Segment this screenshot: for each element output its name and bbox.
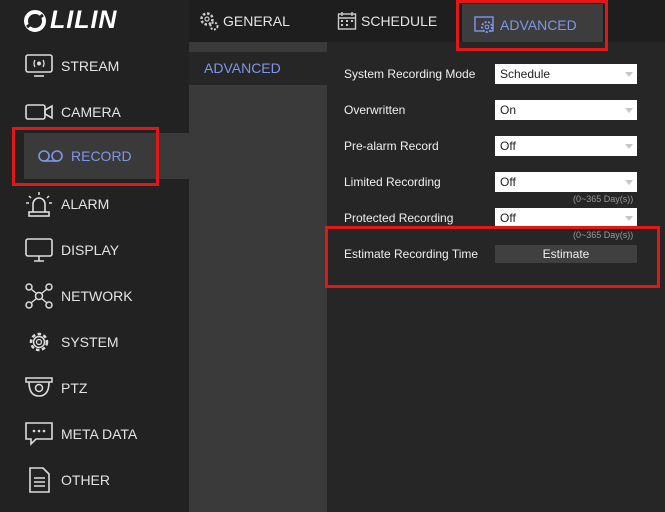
system-recording-mode-select[interactable]: Schedule — [495, 64, 637, 84]
subnav-item-advanced[interactable]: ADVANCED — [189, 52, 327, 85]
sidebar-item-ptz[interactable]: PTZ — [0, 365, 189, 411]
sidebar-item-alarm[interactable]: ALARM — [0, 181, 189, 227]
sidebar-item-label: DISPLAY — [61, 242, 120, 258]
display-icon — [25, 238, 53, 262]
network-icon — [25, 283, 53, 309]
subnav-item-label: ADVANCED — [204, 60, 281, 76]
chevron-down-icon — [625, 216, 633, 221]
overwritten-label: Overwritten — [344, 103, 406, 117]
pre-alarm-record-label: Pre-alarm Record — [344, 139, 439, 153]
ptz-icon — [25, 377, 53, 397]
pre-alarm-record-select[interactable]: Off — [495, 136, 637, 156]
camera-icon — [25, 104, 53, 120]
sidebar-item-display[interactable]: DISPLAY — [0, 227, 189, 273]
sidebar-item-stream[interactable]: STREAM — [0, 43, 189, 89]
sidebar-item-label: CAMERA — [61, 104, 121, 120]
select-value: Off — [500, 175, 516, 189]
select-value: Off — [500, 211, 516, 225]
limited-recording-label: Limited Recording — [344, 175, 441, 189]
brand-logo: LILIN — [24, 6, 118, 35]
sidebar-item-meta-data[interactable]: META DATA — [0, 411, 189, 457]
chevron-down-icon — [625, 144, 633, 149]
select-value: Schedule — [500, 67, 551, 81]
sidebar-item-other[interactable]: OTHER — [0, 457, 189, 503]
sidebar-item-label: NETWORK — [61, 288, 133, 304]
metadata-icon — [25, 422, 53, 446]
limited-recording-select[interactable]: Off — [495, 172, 637, 192]
protected-recording-select[interactable]: Off — [495, 208, 637, 228]
select-value: Off — [500, 139, 516, 153]
select-value: On — [500, 103, 517, 117]
overwritten-select[interactable]: On — [495, 100, 637, 120]
sidebar-item-system[interactable]: SYSTEM — [0, 319, 189, 365]
logo-mark-icon — [24, 9, 46, 32]
stream-icon — [25, 54, 53, 77]
estimate-row-highlight-box — [325, 226, 660, 288]
sidebar-item-label: STREAM — [61, 58, 120, 74]
sidebar-item-label: OTHER — [61, 472, 110, 488]
tab-general[interactable]: GENERAL — [199, 0, 309, 42]
other-icon — [29, 467, 50, 493]
sidebar-item-label: PTZ — [61, 380, 88, 396]
chevron-down-icon — [625, 108, 633, 113]
chevron-down-icon — [625, 180, 633, 185]
limited-recording-hint: (0~365 Day(s)) — [573, 194, 634, 204]
system-recording-mode-label: System Recording Mode — [344, 67, 476, 81]
record-highlight-box — [12, 127, 159, 186]
sidebar-item-network[interactable]: NETWORK — [0, 273, 189, 319]
sidebar-item-label: SYSTEM — [61, 334, 119, 350]
calendar-icon — [337, 12, 357, 30]
system-icon — [29, 332, 49, 352]
sidebar-item-label: ALARM — [61, 196, 110, 212]
tab-schedule[interactable]: SCHEDULE — [337, 0, 447, 42]
tab-label: GENERAL — [223, 13, 290, 29]
protected-recording-label: Protected Recording — [344, 211, 454, 225]
tab-label: SCHEDULE — [361, 13, 438, 29]
sidebar-item-label: META DATA — [61, 426, 138, 442]
chevron-down-icon — [625, 72, 633, 77]
sub-navigation — [189, 42, 327, 512]
advanced-tab-highlight-box — [456, 0, 608, 51]
gear-icon — [200, 12, 219, 31]
logo-text: LILIN — [50, 6, 118, 34]
alarm-icon — [26, 192, 52, 217]
